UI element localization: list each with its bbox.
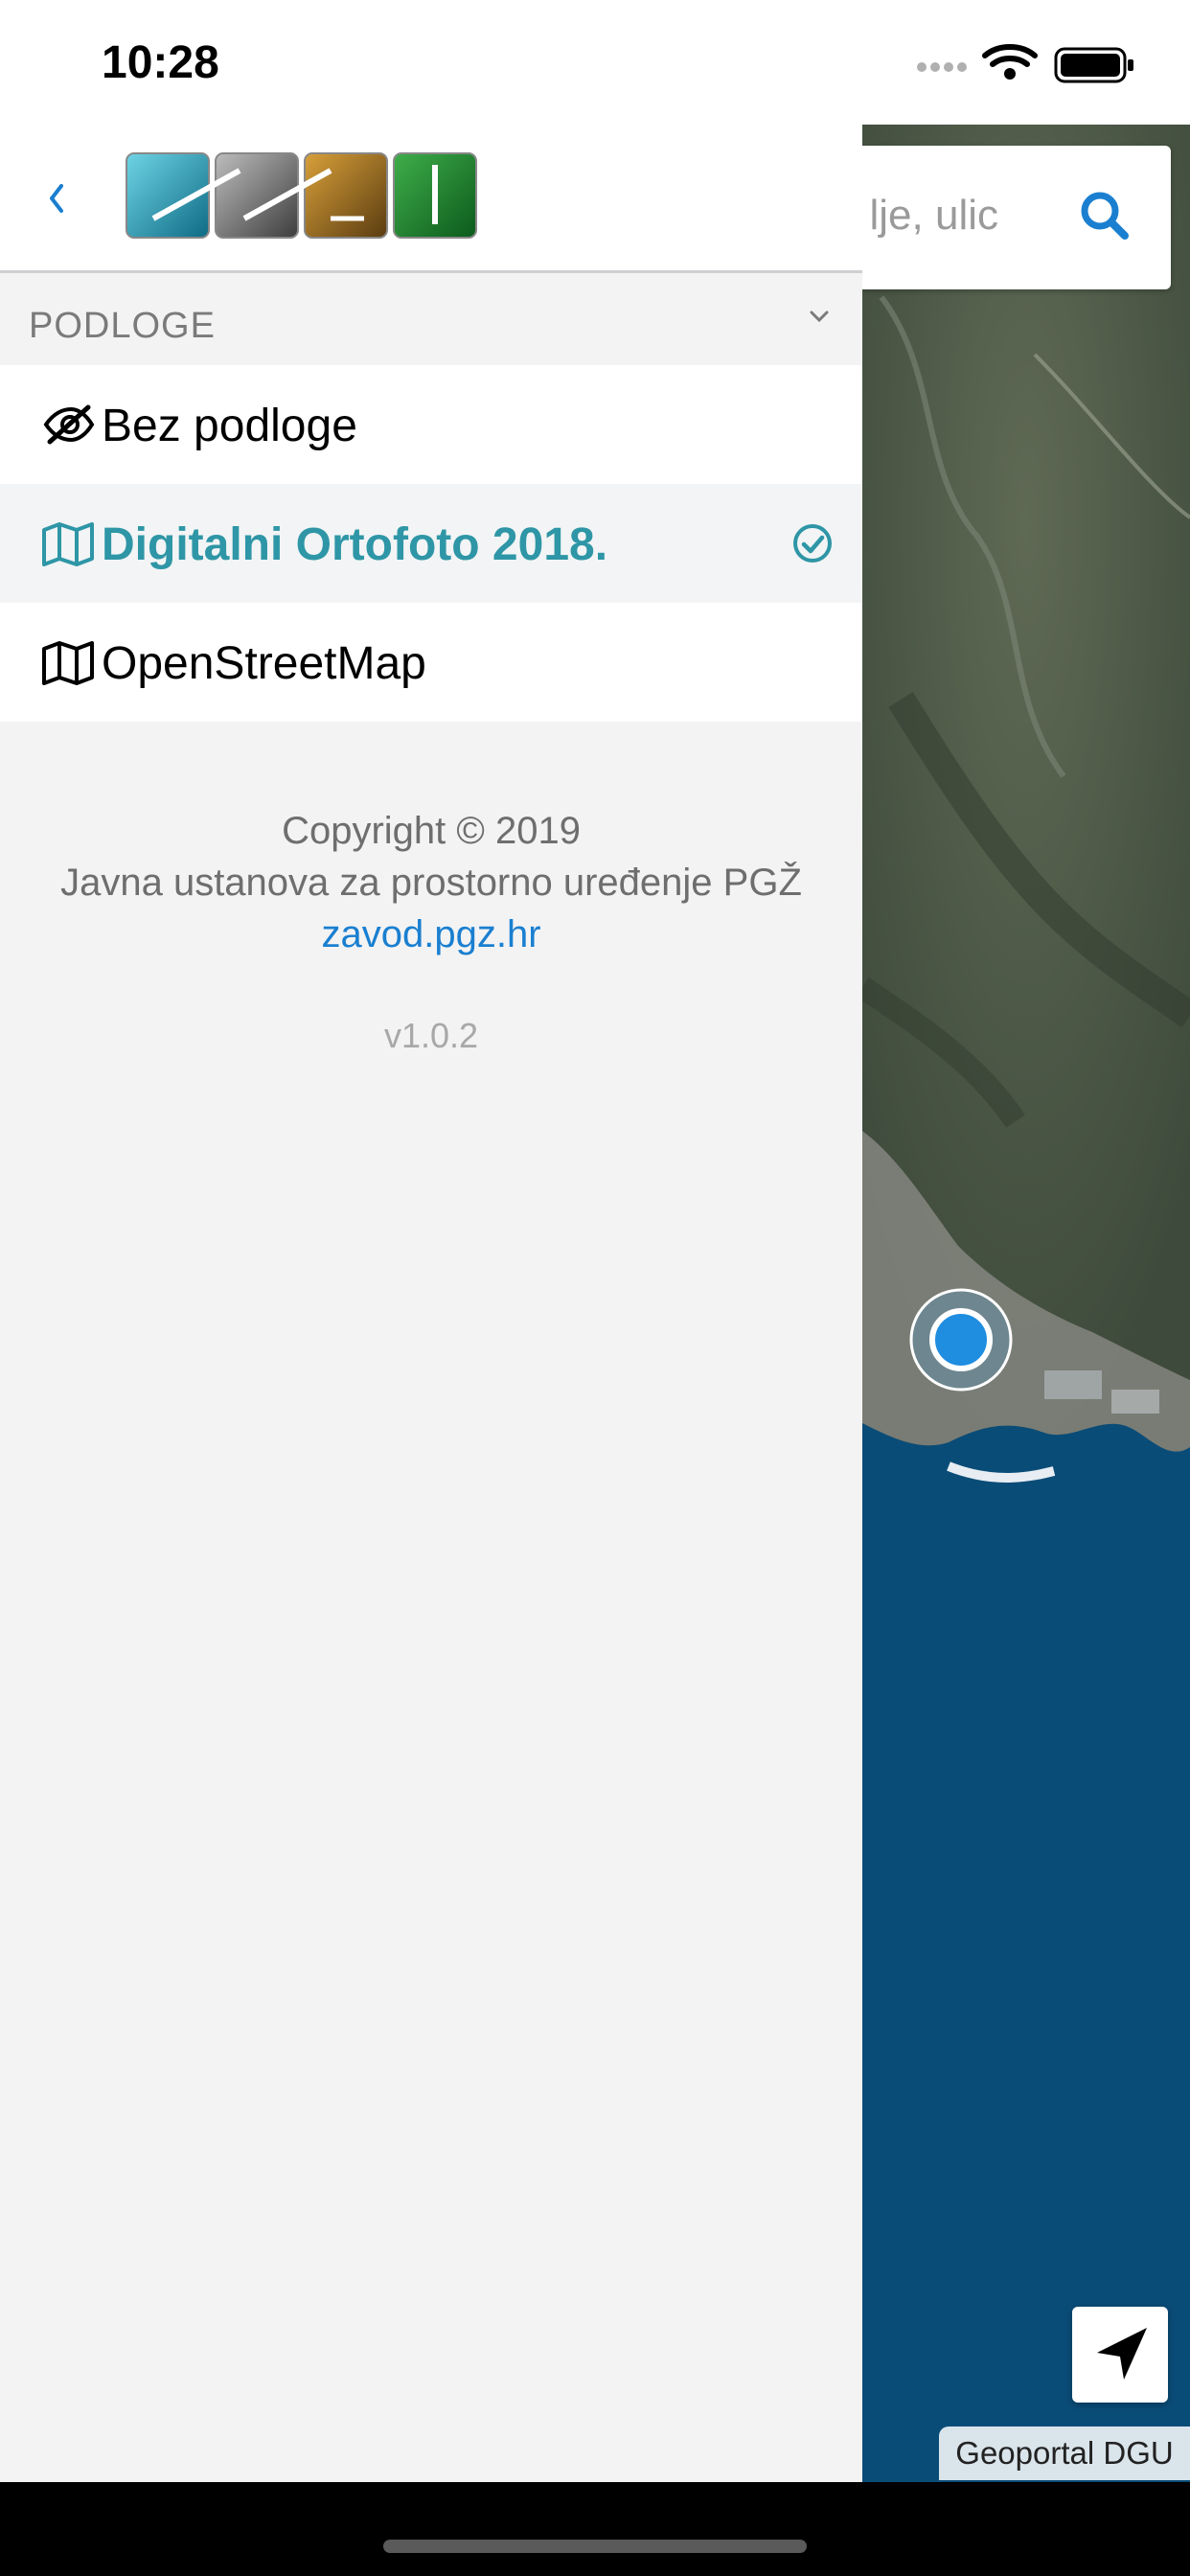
- battery-icon: [1054, 47, 1133, 83]
- section-title: PODLOGE: [29, 306, 216, 346]
- side-drawer: PODLOGE Bez podloge Digitalni Ortofoto 2…: [0, 0, 862, 2482]
- organization-text: Javna ustanova za prostorno uređenje PGŽ: [60, 862, 802, 904]
- layer-label: OpenStreetMap: [102, 638, 426, 689]
- home-indicator[interactable]: [383, 2540, 807, 2553]
- layer-option-openstreetmap[interactable]: OpenStreetMap: [0, 603, 862, 722]
- layer-label: Digitalni Ortofoto 2018.: [102, 519, 608, 570]
- current-location-dot: [929, 1308, 993, 1371]
- map-search-box[interactable]: lje, ulic: [862, 146, 1171, 289]
- search-button[interactable]: [1069, 180, 1142, 253]
- website-link[interactable]: zavod.pgz.hr: [0, 908, 862, 960]
- footer-info: Copyright © 2019 Javna ustanova za prost…: [0, 805, 862, 960]
- wifi-icon: [982, 44, 1038, 80]
- copyright-text: Copyright © 2019: [282, 810, 581, 852]
- search-input[interactable]: lje, ulic: [870, 192, 999, 240]
- drawer-header: [0, 125, 862, 273]
- status-time: 10:28: [102, 37, 219, 88]
- chevron-left-icon: [50, 184, 63, 213]
- basemap-section-header[interactable]: PODLOGE: [0, 273, 862, 365]
- eye-slash-icon: [43, 404, 95, 445]
- locate-me-button[interactable]: [1072, 2307, 1168, 2403]
- map-icon: [42, 641, 94, 685]
- layer-option-none[interactable]: Bez podloge: [0, 365, 862, 484]
- map-icon: [42, 522, 94, 566]
- signal-icon: [917, 62, 967, 72]
- satellite-map[interactable]: [862, 125, 1190, 2482]
- layer-label: Bez podloge: [102, 401, 357, 451]
- search-icon: [1081, 192, 1129, 240]
- check-circle-icon: [793, 524, 832, 563]
- pgz-logo: [125, 151, 479, 242]
- app-screen: lje, ulic Geoportal DGU PODLOGE Bez podl…: [0, 0, 1190, 2576]
- chevron-down-icon: [810, 310, 829, 323]
- back-button[interactable]: [36, 174, 79, 222]
- layer-option-ortofoto[interactable]: Digitalni Ortofoto 2018.: [0, 484, 862, 603]
- status-bar: 10:28: [0, 0, 1190, 125]
- version-text: v1.0.2: [383, 1016, 479, 1055]
- map-attribution[interactable]: Geoportal DGU: [939, 2426, 1190, 2480]
- status-icons: [917, 44, 1133, 83]
- home-area: [0, 2482, 1190, 2576]
- location-arrow-icon: [1097, 2328, 1147, 2380]
